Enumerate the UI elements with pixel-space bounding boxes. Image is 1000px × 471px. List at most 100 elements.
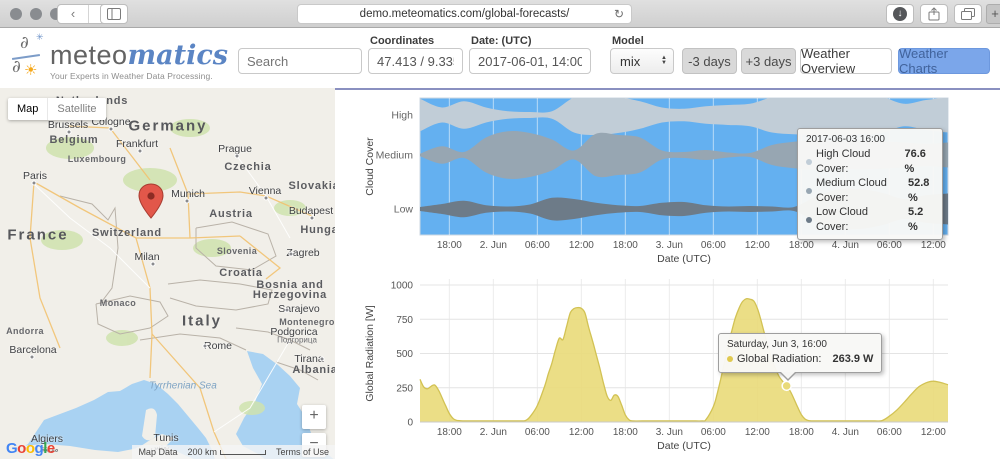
- svg-text:06:00: 06:00: [525, 240, 550, 251]
- brand-tagline: Your Experts in Weather Data Processing.: [50, 71, 213, 81]
- map-canvas: [0, 88, 335, 459]
- svg-text:500: 500: [396, 349, 413, 360]
- address-bar[interactable]: demo.meteomatics.com/global-forecasts/ ↻: [297, 4, 632, 24]
- tooltip-label: High Cloud Cover:: [816, 148, 871, 175]
- date-label: Date: (UTC): [471, 35, 532, 47]
- minus-3-days-button[interactable]: -3 days: [682, 48, 737, 74]
- svg-text:3. Jun: 3. Jun: [656, 427, 683, 438]
- tooltip-value: 52.8 %: [907, 177, 930, 204]
- svg-text:4. Jun: 4. Jun: [832, 240, 859, 251]
- weather-overview-button[interactable]: Weather Overview: [800, 46, 892, 76]
- downloads-icon: ↓: [893, 7, 907, 21]
- satellite-view-button[interactable]: Satellite: [47, 98, 106, 120]
- date-input[interactable]: [469, 48, 591, 74]
- svg-text:750: 750: [396, 315, 413, 326]
- tooltip-label: Low Cloud Cover:: [816, 206, 868, 233]
- terms-of-use-link[interactable]: Terms of Use: [276, 447, 329, 457]
- svg-text:18:00: 18:00: [789, 240, 814, 251]
- logo-derivative-icon: ∂ ✳ ∂ ☀: [11, 32, 44, 79]
- svg-text:3. Jun: 3. Jun: [656, 240, 683, 251]
- svg-text:06:00: 06:00: [701, 240, 726, 251]
- svg-text:High: High: [391, 110, 413, 122]
- tooltip-timestamp: Saturday, Jun 3, 16:00: [727, 339, 827, 350]
- share-icon: [928, 7, 940, 21]
- svg-text:Date (UTC): Date (UTC): [657, 440, 711, 452]
- svg-text:06:00: 06:00: [877, 240, 902, 251]
- tabs-icon: [961, 8, 975, 20]
- model-label: Model: [612, 35, 644, 47]
- svg-text:Date (UTC): Date (UTC): [657, 253, 711, 265]
- cloud-cover-tooltip: 2017-06-03 16:00 High Cloud Cover: 76.6 …: [797, 128, 943, 240]
- svg-text:12:00: 12:00: [921, 240, 946, 251]
- plus-3-days-button[interactable]: +3 days: [741, 48, 796, 74]
- svg-text:18:00: 18:00: [613, 427, 638, 438]
- svg-text:Global Radiation [W]: Global Radiation [W]: [364, 305, 376, 401]
- model-value: mix: [620, 53, 641, 69]
- map-data-link[interactable]: Map Data: [138, 447, 177, 457]
- svg-text:0: 0: [407, 418, 413, 429]
- reload-icon[interactable]: ↻: [614, 7, 624, 21]
- minimize-window-icon[interactable]: [30, 8, 42, 20]
- radiation-tooltip: Saturday, Jun 3, 16:00 Global Radiation:…: [718, 333, 883, 380]
- meteomatics-logo[interactable]: ∂ ✳ ∂ ☀ meteomatics Your Experts in Weathe…: [8, 32, 228, 82]
- select-stepper-icon: ▲ ▼: [661, 55, 667, 66]
- map-view-button[interactable]: Map: [8, 98, 48, 120]
- tab-overview-button[interactable]: [954, 4, 982, 24]
- svg-text:2. Jun: 2. Jun: [480, 240, 507, 251]
- map-zoom-in-button[interactable]: +: [302, 405, 326, 429]
- downloads-button[interactable]: ↓: [886, 4, 914, 24]
- svg-text:250: 250: [396, 383, 413, 394]
- tooltip-label: Global Radiation:: [737, 353, 822, 365]
- url-text: demo.meteomatics.com/global-forecasts/: [359, 8, 570, 20]
- search-input[interactable]: [238, 48, 362, 74]
- svg-text:12:00: 12:00: [921, 427, 946, 438]
- svg-text:4. Jun: 4. Jun: [832, 427, 859, 438]
- coordinates-input[interactable]: [368, 48, 463, 74]
- svg-text:Low: Low: [394, 204, 414, 216]
- weather-charts-button[interactable]: Weather Charts: [898, 46, 990, 76]
- svg-text:18:00: 18:00: [437, 240, 462, 251]
- svg-text:12:00: 12:00: [569, 240, 594, 251]
- google-logo[interactable]: Google: [6, 440, 55, 457]
- model-select[interactable]: mix ▲ ▼: [610, 48, 674, 74]
- new-tab-button[interactable]: +: [986, 4, 1000, 24]
- map-scale: 200 km: [187, 447, 266, 457]
- brand-matics: matics: [127, 40, 228, 71]
- back-button[interactable]: ‹: [58, 5, 89, 23]
- sidebar-button[interactable]: [100, 4, 128, 24]
- low-cloud-dot-icon: [806, 216, 812, 223]
- brand-meteo: meteo: [50, 40, 128, 70]
- svg-text:12:00: 12:00: [569, 427, 594, 438]
- svg-text:12:00: 12:00: [745, 240, 770, 251]
- svg-text:06:00: 06:00: [877, 427, 902, 438]
- high-cloud-dot-icon: [806, 158, 812, 165]
- charts-panel: High Medium Low 18:00 2. Jun 06:00 12:00 18:00 3…: [335, 88, 1000, 459]
- svg-text:18:00: 18:00: [437, 427, 462, 438]
- svg-text:12:00: 12:00: [745, 427, 770, 438]
- sidebar-icon: [107, 8, 121, 20]
- global-radiation-chart[interactable]: 0 250 500 750 1000 18:00 2. Jun 06:00 12:00 18:00…: [335, 273, 1000, 466]
- svg-text:Cloud Cover: Cloud Cover: [364, 137, 376, 196]
- share-button[interactable]: [920, 4, 948, 24]
- svg-text:Medium: Medium: [376, 150, 414, 162]
- coordinates-label: Coordinates: [370, 35, 435, 47]
- tooltip-value: 76.6 %: [904, 148, 926, 175]
- svg-text:06:00: 06:00: [525, 427, 550, 438]
- svg-text:2. Jun: 2. Jun: [480, 427, 507, 438]
- radiation-dot-icon: [727, 356, 733, 363]
- tooltip-value: 263.9 W: [832, 353, 874, 365]
- svg-text:06:00: 06:00: [701, 427, 726, 438]
- google-map[interactable]: NetherlandsBrusselsCologneGermanyBelgium…: [0, 88, 335, 459]
- site-header: ∂ ✳ ∂ ☀ meteomatics Your Experts in Weathe…: [0, 28, 1000, 88]
- tooltip-timestamp: 2017-06-03 16:00: [806, 134, 885, 145]
- window-controls: [10, 8, 62, 20]
- svg-text:18:00: 18:00: [613, 240, 638, 251]
- svg-text:1000: 1000: [391, 281, 414, 292]
- svg-text:18:00: 18:00: [789, 427, 814, 438]
- tooltip-label: Medium Cloud Cover:: [816, 177, 887, 204]
- scale-bar: [219, 450, 266, 455]
- browser-chrome: ‹ › demo.meteomatics.com/global-forecast…: [0, 0, 1000, 28]
- close-window-icon[interactable]: [10, 8, 22, 20]
- sun-icon: ☀: [24, 62, 38, 79]
- medium-cloud-dot-icon: [806, 187, 812, 194]
